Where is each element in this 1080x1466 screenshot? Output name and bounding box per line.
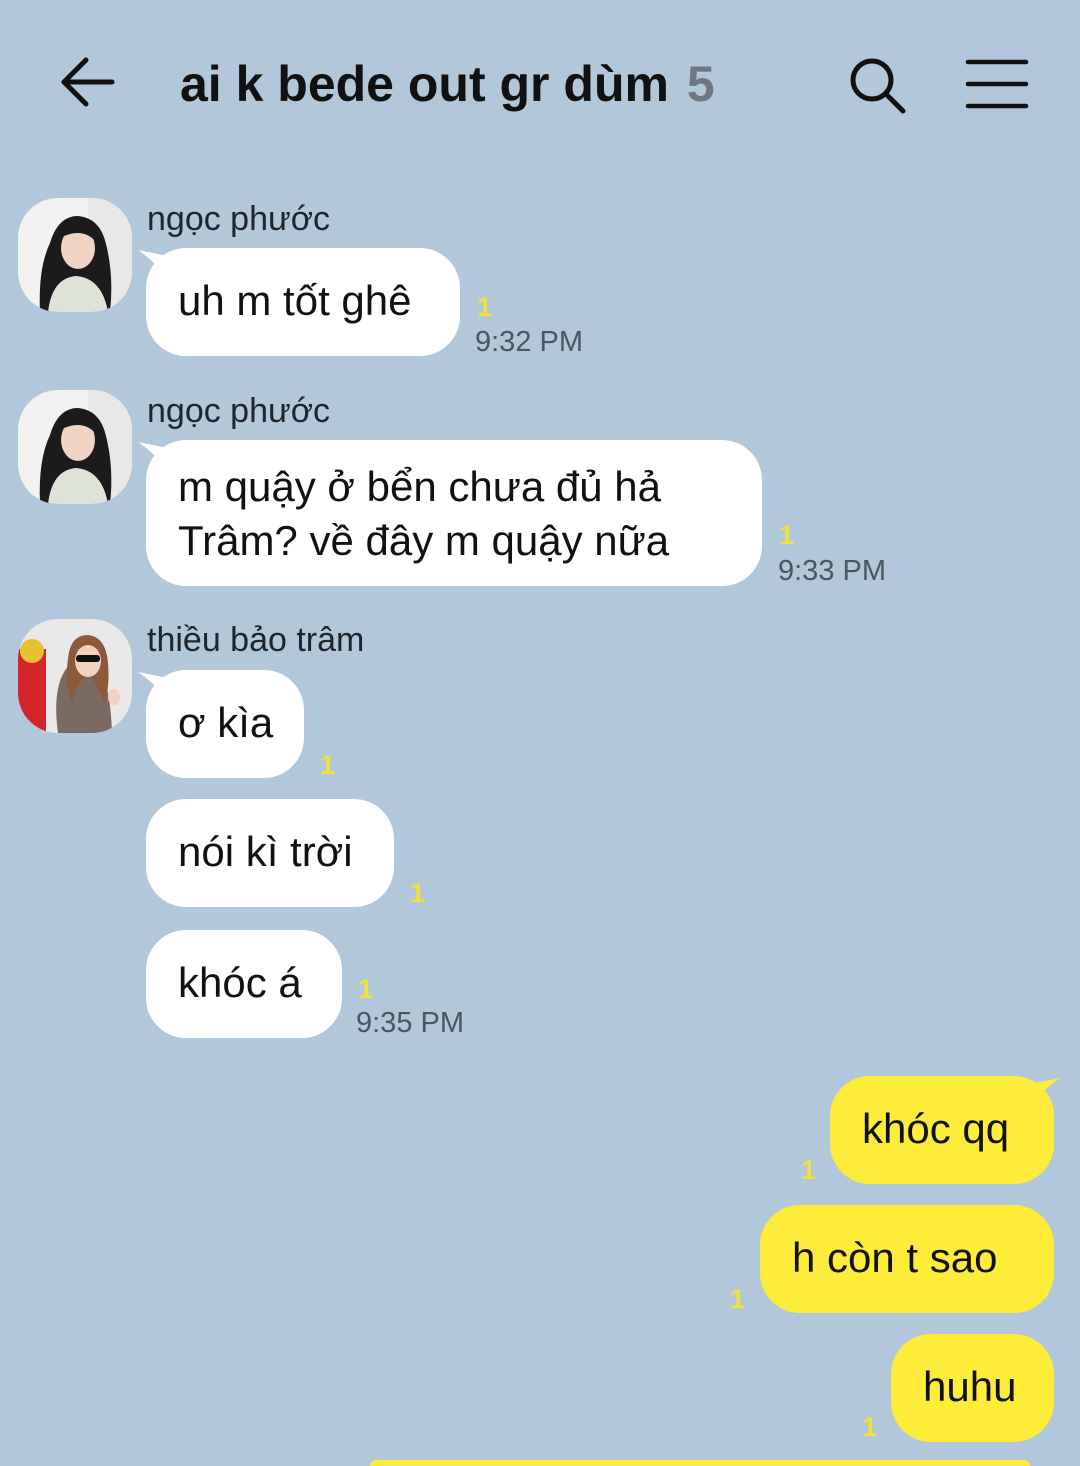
unread-count: 1: [730, 1284, 746, 1314]
my-message-bubble[interactable]: huhu: [891, 1334, 1054, 1442]
unread-count: 1: [779, 520, 795, 550]
message-text: uh m tốt ghê: [178, 277, 412, 324]
group-name: ai k bede out gr dùm: [180, 56, 669, 112]
message-text-line: m quậy ở bển chưa đủ hả: [178, 463, 661, 510]
unread-count: 1: [358, 974, 374, 1004]
back-arrow-icon[interactable]: [58, 52, 118, 112]
message-text: khóc qq: [862, 1105, 1010, 1152]
message-text-line: Trâm? về đây m quậy nữa: [178, 517, 670, 564]
unread-count: 1: [862, 1412, 878, 1442]
chat-title: ai k bede out gr dùm 5: [180, 52, 715, 116]
chat-header: ai k bede out gr dùm 5: [0, 0, 1080, 170]
search-icon[interactable]: [846, 54, 908, 116]
my-message-bubble[interactable]: khóc qq: [830, 1076, 1054, 1184]
message-text: nói kì trời: [178, 828, 353, 875]
sender-name: ngọc phước: [147, 200, 331, 238]
message-text: ơ kìa: [178, 699, 274, 746]
member-count: 5: [686, 56, 715, 112]
message-text: khóc á: [178, 959, 302, 1006]
message-bubble[interactable]: uh m tốt ghê: [146, 248, 460, 356]
message-text: h còn t sao: [792, 1234, 998, 1281]
sender-name: ngọc phước: [147, 392, 331, 430]
unread-count: 1: [410, 878, 426, 908]
my-message-bubble[interactable]: h còn t sao: [760, 1205, 1054, 1313]
unread-count: 1: [320, 750, 336, 780]
message-bubble[interactable]: m quậy ở bển chưa đủ hả Trâm? về đây m q…: [146, 440, 762, 586]
message-bubble[interactable]: ơ kìa: [146, 670, 304, 778]
avatar-thieu-bao-tram[interactable]: [18, 619, 132, 733]
menu-icon[interactable]: [964, 56, 1030, 112]
unread-count: 1: [801, 1155, 817, 1185]
avatar-ngoc-phuoc[interactable]: [18, 390, 132, 504]
sender-name: thiều bảo trâm: [147, 621, 365, 659]
avatar-ngoc-phuoc[interactable]: [18, 198, 132, 312]
message-bubble[interactable]: nói kì trời: [146, 799, 394, 907]
message-bubble[interactable]: khóc á: [146, 930, 342, 1038]
message-time: 9:33 PM: [778, 555, 886, 587]
my-message-bubble-partial[interactable]: [370, 1460, 1030, 1466]
message-text: huhu: [923, 1363, 1017, 1410]
message-time: 9:35 PM: [356, 1007, 464, 1039]
message-time: 9:32 PM: [475, 326, 583, 358]
unread-count: 1: [477, 292, 493, 322]
